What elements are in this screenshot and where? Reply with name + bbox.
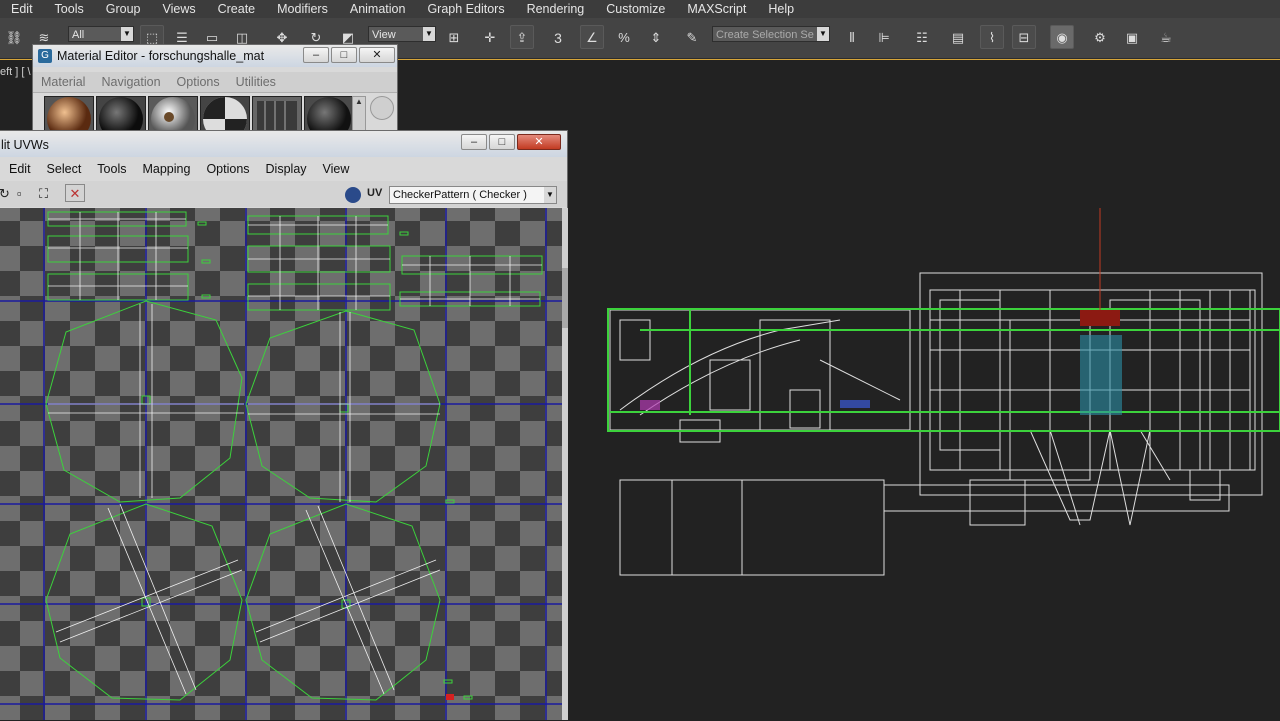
select-manipulate-icon[interactable]: ✛	[478, 25, 502, 49]
uv-editor-canvas[interactable]	[0, 208, 562, 720]
menu-create[interactable]: Create	[207, 0, 267, 18]
link-icon[interactable]: ⛓	[2, 25, 26, 49]
material-slot-4[interactable]	[200, 96, 250, 134]
uv-menu-display[interactable]: Display	[258, 162, 315, 176]
angle-snap-icon[interactable]: ∠	[580, 25, 604, 49]
chevron-down-icon: ▼	[423, 27, 435, 41]
chevron-down-icon: ▼	[544, 187, 556, 203]
me-menu-utilities[interactable]: Utilities	[228, 75, 284, 89]
menu-group[interactable]: Group	[95, 0, 152, 18]
align-icon[interactable]: ⊫	[872, 25, 896, 49]
reference-coordinate-dropdown[interactable]: View ▼	[368, 26, 436, 42]
render-setup-icon[interactable]: ⚙	[1088, 25, 1112, 49]
menu-tools[interactable]: Tools	[44, 0, 95, 18]
named-selection-set-dropdown[interactable]: Create Selection Se ▼	[712, 26, 830, 42]
me-menu-material[interactable]: Material	[33, 75, 93, 89]
uv-menu-view[interactable]: View	[315, 162, 358, 176]
layer-manager-icon[interactable]: ☷	[910, 25, 934, 49]
me-menu-navigation[interactable]: Navigation	[93, 75, 168, 89]
uv-toggle-label[interactable]: UV	[367, 187, 382, 199]
material-slot-2[interactable]	[96, 96, 146, 134]
sample-type-icon[interactable]	[370, 96, 394, 120]
uv-toolbar: ↻ ▫ ⛶ ✕ UV CheckerPattern ( Checker ) ▼	[0, 181, 567, 207]
me-menu-options[interactable]: Options	[169, 75, 228, 89]
material-slot-3[interactable]	[148, 96, 198, 134]
checker-globe-icon[interactable]	[345, 187, 361, 203]
edit-uvws-titlebar[interactable]: lit UVWs – □ ✕	[0, 131, 567, 157]
selection-filter-dropdown[interactable]: All ▼	[68, 26, 134, 42]
pivot-center-icon[interactable]: ⊞	[442, 25, 466, 49]
menu-modifiers[interactable]: Modifiers	[266, 0, 339, 18]
edit-named-selection-icon[interactable]: ✎	[680, 25, 704, 49]
schematic-view-icon[interactable]: ⊟	[1012, 25, 1036, 49]
material-editor-menubar: Material Navigation Options Utilities	[33, 72, 397, 93]
selected-vertex-icon	[446, 694, 454, 700]
menu-help[interactable]: Help	[757, 0, 805, 18]
uv-layout	[0, 208, 562, 720]
menu-edit[interactable]: Edit	[0, 0, 44, 18]
uv-menu-edit[interactable]: Edit	[0, 162, 39, 176]
menu-maxscript[interactable]: MAXScript	[676, 0, 757, 18]
keyboard-shortcut-icon[interactable]: ⇪	[510, 25, 534, 49]
close-button[interactable]: ✕	[359, 47, 395, 63]
edit-uvws-menubar: Edit Select Tools Mapping Options Displa…	[0, 159, 567, 179]
uv-menu-select[interactable]: Select	[39, 162, 90, 176]
scrollbar-thumb[interactable]	[562, 268, 568, 328]
close-button[interactable]: ✕	[517, 134, 561, 150]
scale-icon[interactable]: ▫	[17, 186, 22, 201]
material-slot-5[interactable]	[252, 96, 302, 134]
mirror-icon[interactable]: ⫴	[840, 25, 864, 49]
snaps-toggle-icon[interactable]: 3	[546, 25, 570, 49]
uv-vertical-scrollbar[interactable]	[562, 208, 568, 720]
uv-menu-tools[interactable]: Tools	[89, 162, 134, 176]
material-slot-6[interactable]	[304, 96, 354, 134]
texture-selector-dropdown[interactable]: CheckerPattern ( Checker ) ▼	[389, 186, 557, 204]
minimize-button[interactable]: –	[303, 47, 329, 63]
mirror-icon[interactable]: ✕	[65, 184, 85, 202]
rendered-frame-window-icon[interactable]: ▣	[1120, 25, 1144, 49]
maximize-button[interactable]: □	[489, 134, 515, 150]
rotate-icon[interactable]: ↻	[0, 186, 10, 202]
menu-customize[interactable]: Customize	[595, 0, 676, 18]
menu-views[interactable]: Views	[151, 0, 206, 18]
chevron-down-icon: ▼	[817, 27, 829, 41]
main-menubar: Edit Tools Group Views Create Modifiers …	[0, 0, 1280, 19]
chevron-down-icon: ▼	[121, 27, 133, 41]
uv-menu-options[interactable]: Options	[198, 162, 257, 176]
menu-graph-editors[interactable]: Graph Editors	[416, 0, 515, 18]
menu-rendering[interactable]: Rendering	[516, 0, 596, 18]
material-editor-icon[interactable]: ◉	[1050, 25, 1074, 49]
curve-editor-icon[interactable]: ⌇	[980, 25, 1004, 49]
graphite-toolbar-icon[interactable]: ▤	[946, 25, 970, 49]
render-teapot-icon[interactable]: ☕	[1154, 25, 1178, 49]
material-slot-1[interactable]	[44, 96, 94, 134]
material-editor-titlebar[interactable]: G Material Editor - forschungshalle_mat …	[33, 45, 397, 67]
max-logo-icon: G	[38, 49, 52, 63]
uv-menu-mapping[interactable]: Mapping	[134, 162, 198, 176]
minimize-button[interactable]: –	[461, 134, 487, 150]
maximize-button[interactable]: □	[331, 47, 357, 63]
spinner-snap-icon[interactable]: ⇕	[644, 25, 668, 49]
menu-animation[interactable]: Animation	[339, 0, 417, 18]
percent-snap-icon[interactable]: %	[612, 25, 636, 49]
slots-scroll-up-icon[interactable]: ▲	[352, 96, 366, 132]
freeform-icon[interactable]: ⛶	[39, 186, 48, 202]
